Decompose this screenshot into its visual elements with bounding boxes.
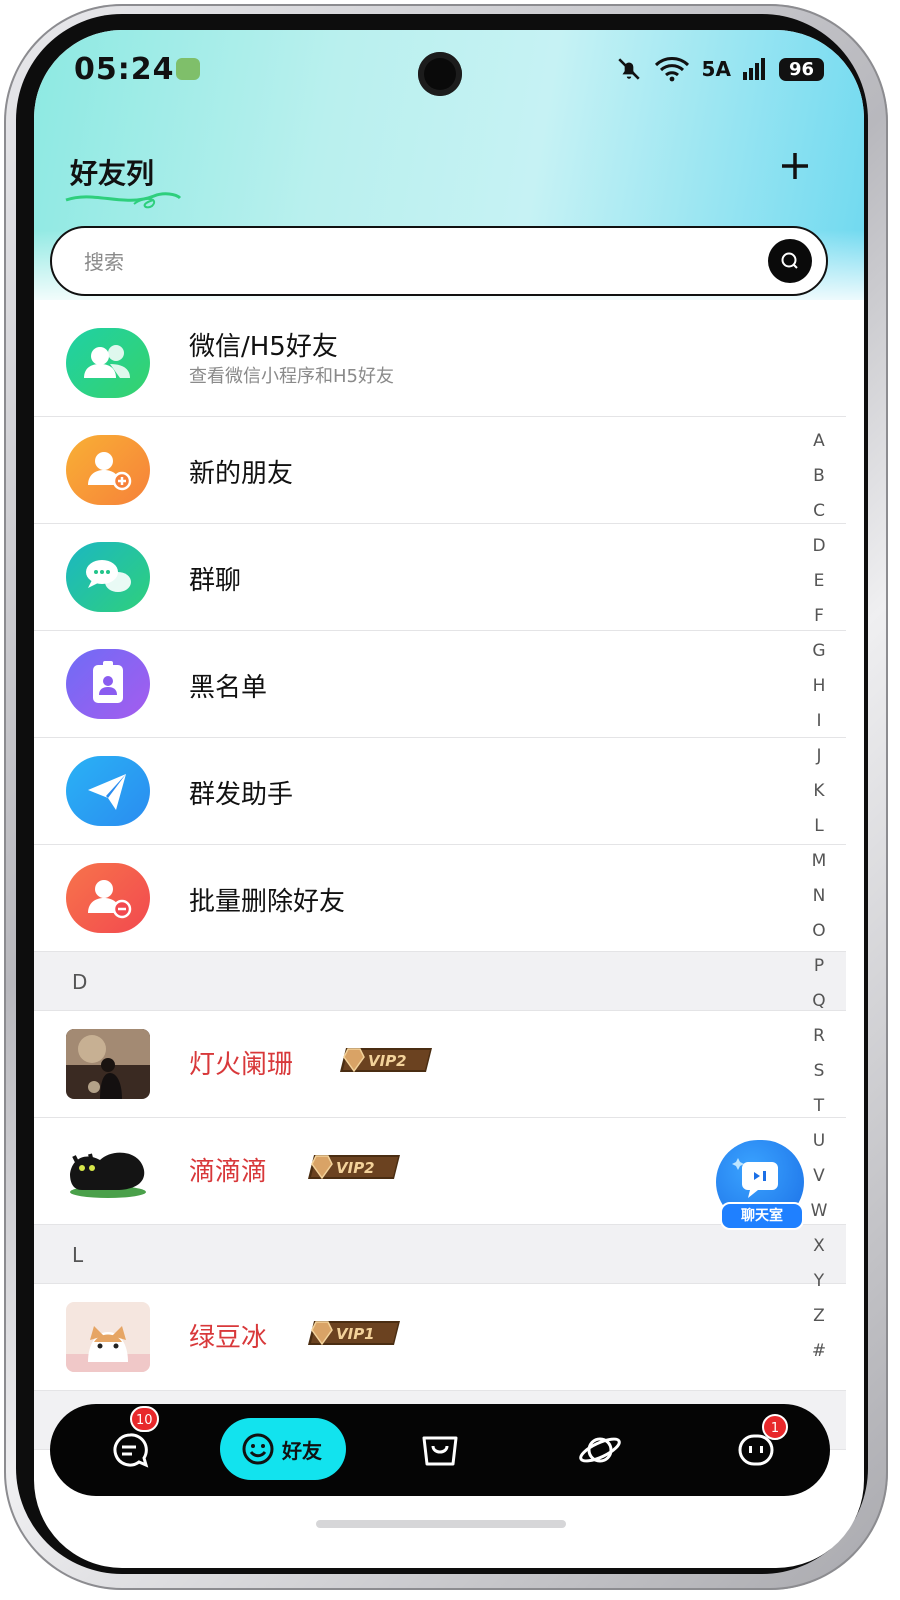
avatar: [66, 1136, 150, 1206]
friend-list: 微信/H5好友 查看微信小程序和H5好友 新的朋友 群聊 黑名单 群发助手 批量…: [34, 310, 846, 1450]
status-bar: 05:24 5A 96: [34, 30, 864, 110]
status-icons: 5A 96: [616, 56, 824, 82]
tab-shop[interactable]: [414, 1424, 466, 1476]
profile-badge: 1: [762, 1414, 788, 1440]
index-letter[interactable]: N: [804, 879, 834, 914]
index-letter[interactable]: C: [804, 494, 834, 529]
index-letter[interactable]: Q: [804, 984, 834, 1019]
index-letter[interactable]: J: [804, 739, 834, 774]
friend-name: 滴滴滴: [189, 1157, 268, 1187]
smile-icon: [242, 1433, 274, 1465]
index-letter[interactable]: R: [804, 1019, 834, 1054]
tab-messages[interactable]: 10: [104, 1406, 159, 1476]
menu-item-wechat-h5[interactable]: 微信/H5好友 查看微信小程序和H5好友: [34, 310, 846, 417]
wifi-icon: [654, 57, 689, 82]
avatar: [66, 1029, 150, 1099]
menu-item-group-chat[interactable]: 群聊: [34, 524, 846, 631]
index-letter[interactable]: M: [804, 844, 834, 879]
friend-row[interactable]: 灯火阑珊 VIP2: [34, 1011, 846, 1118]
index-letter[interactable]: F: [804, 599, 834, 634]
index-letter[interactable]: W: [804, 1194, 834, 1229]
index-letter[interactable]: Z: [804, 1299, 834, 1334]
tab-friends[interactable]: 好友: [220, 1418, 346, 1480]
add-friend-button[interactable]: [780, 148, 810, 188]
svg-text:VIP2: VIP2: [336, 1159, 375, 1177]
friend-name: 绿豆冰: [189, 1323, 268, 1353]
index-letter[interactable]: G: [804, 634, 834, 669]
cell-signal-icon: [742, 58, 765, 80]
battery-level: 96: [778, 57, 824, 81]
vip-badge-icon: VIP2: [308, 1155, 400, 1180]
index-letter[interactable]: H: [804, 669, 834, 704]
section-letter: L: [72, 1243, 84, 1267]
index-letter[interactable]: #: [804, 1334, 834, 1369]
menu-item-new-friends[interactable]: 新的朋友: [34, 417, 846, 524]
menu-item-blacklist[interactable]: 黑名单: [34, 631, 846, 738]
index-letter[interactable]: O: [804, 914, 834, 949]
search-input[interactable]: [82, 242, 686, 282]
shopping-bag-icon: [422, 1436, 458, 1466]
menu-item-label: 黑名单: [189, 673, 268, 703]
front-camera: [418, 52, 462, 96]
index-letter[interactable]: T: [804, 1089, 834, 1124]
status-time: 05:24: [74, 52, 175, 87]
index-letter[interactable]: P: [804, 949, 834, 984]
index-letter[interactable]: I: [804, 704, 834, 739]
index-letter[interactable]: S: [804, 1054, 834, 1089]
chat-bubbles-icon: [66, 542, 150, 612]
planet-icon: [579, 1437, 621, 1463]
avatar: [66, 1302, 150, 1372]
index-letter[interactable]: X: [804, 1229, 834, 1264]
index-letter[interactable]: B: [804, 459, 834, 494]
bottom-tab-bar: 10 好友 1: [50, 1404, 830, 1496]
users-icon: [66, 328, 150, 398]
index-letter[interactable]: L: [804, 809, 834, 844]
menu-item-subtitle: 查看微信小程序和H5好友: [189, 366, 394, 387]
search-bar: [50, 226, 828, 296]
menu-item-broadcast[interactable]: 群发助手: [34, 738, 846, 845]
home-indicator[interactable]: [316, 1520, 566, 1528]
menu-item-label: 批量删除好友: [189, 887, 346, 917]
id-badge-icon: [66, 649, 150, 719]
index-letter[interactable]: K: [804, 774, 834, 809]
tab-profile[interactable]: 1: [730, 1414, 788, 1476]
plus-icon: [782, 153, 808, 179]
menu-item-label: 群聊: [189, 566, 242, 596]
notification-icon: [176, 58, 200, 80]
svg-text:VIP1: VIP1: [336, 1325, 375, 1343]
section-letter: D: [72, 970, 88, 994]
vip-badge-icon: VIP1: [308, 1321, 400, 1346]
index-letter[interactable]: Y: [804, 1264, 834, 1299]
svg-text:VIP2: VIP2: [368, 1052, 407, 1070]
chat-room-button[interactable]: 聊天室: [714, 1138, 806, 1230]
signal-label: 5A: [701, 57, 731, 81]
menu-item-label: 新的朋友: [189, 459, 294, 489]
search-button[interactable]: [768, 239, 812, 283]
friend-name: 灯火阑珊: [189, 1050, 294, 1080]
index-letter[interactable]: D: [804, 529, 834, 564]
section-header-d: D: [34, 952, 846, 1011]
user-remove-icon: [66, 863, 150, 933]
messages-badge: 10: [130, 1406, 159, 1432]
vip-badge-icon: VIP2: [340, 1048, 432, 1073]
menu-item-label: 微信/H5好友: [189, 332, 338, 362]
user-add-icon: [66, 435, 150, 505]
friend-row[interactable]: 绿豆冰 VIP1: [34, 1284, 846, 1391]
chat-room-label: 聊天室: [720, 1202, 804, 1230]
search-icon: [781, 252, 798, 269]
index-letter[interactable]: V: [804, 1159, 834, 1194]
alphabet-index: A B C D E F G H I J K L M N O P Q R S T …: [804, 424, 834, 1369]
index-letter[interactable]: E: [804, 564, 834, 599]
app-screen: 05:24 5A 96 好友列 微信/H5好友 查看微信小程序: [34, 30, 864, 1568]
menu-item-batch-delete[interactable]: 批量删除好友: [34, 845, 846, 952]
index-letter[interactable]: U: [804, 1124, 834, 1159]
section-header-l: L: [34, 1225, 846, 1284]
menu-item-label: 群发助手: [189, 780, 294, 810]
paper-plane-icon: [66, 756, 150, 826]
title-underline-decoration: [65, 192, 182, 209]
index-letter[interactable]: A: [804, 424, 834, 459]
bell-muted-icon: [617, 58, 640, 80]
tab-friends-label: 好友: [282, 1439, 322, 1463]
tab-discover[interactable]: [574, 1424, 626, 1476]
